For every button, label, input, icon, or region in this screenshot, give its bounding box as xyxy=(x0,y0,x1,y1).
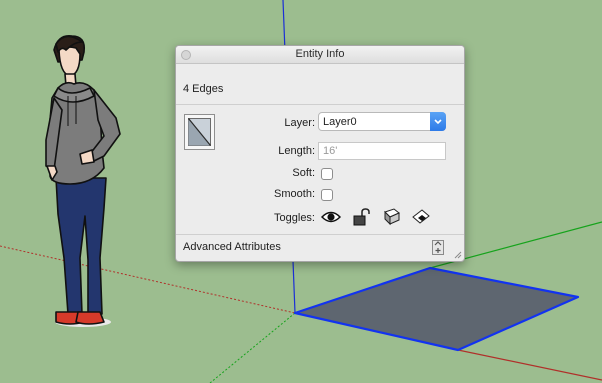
selection-summary: 4 Edges xyxy=(183,83,224,95)
receive-shadows-icon[interactable] xyxy=(411,208,431,226)
divider xyxy=(176,104,464,105)
layer-select[interactable]: Layer0 xyxy=(318,112,446,131)
layer-select-value: Layer0 xyxy=(323,116,357,128)
layer-label: Layer: xyxy=(284,117,315,129)
length-field[interactable]: 16' xyxy=(318,142,446,160)
smooth-checkbox[interactable] xyxy=(321,189,333,201)
resize-grip-icon[interactable] xyxy=(453,250,462,259)
divider xyxy=(176,234,464,235)
length-value: 16' xyxy=(323,145,338,157)
material-preview-icon[interactable] xyxy=(184,114,215,150)
advanced-attributes-toggle[interactable]: Advanced Attributes xyxy=(183,241,281,253)
title-bar[interactable]: Entity Info xyxy=(176,46,464,64)
chevron-down-icon[interactable] xyxy=(430,112,446,131)
soft-label: Soft: xyxy=(292,167,315,179)
length-label: Length: xyxy=(278,145,315,157)
entity-info-panel: Entity Info 4 Edges Layer: Layer0 Length… xyxy=(175,45,465,262)
panel-title: Entity Info xyxy=(295,48,345,60)
lock-icon[interactable] xyxy=(352,208,372,226)
soft-checkbox[interactable] xyxy=(321,168,333,180)
eye-icon[interactable] xyxy=(321,208,341,226)
cast-shadows-icon[interactable] xyxy=(382,208,402,226)
smooth-label: Smooth: xyxy=(274,188,315,200)
toggles-label: Toggles: xyxy=(274,212,315,224)
expand-attributes-icon[interactable] xyxy=(432,240,444,255)
